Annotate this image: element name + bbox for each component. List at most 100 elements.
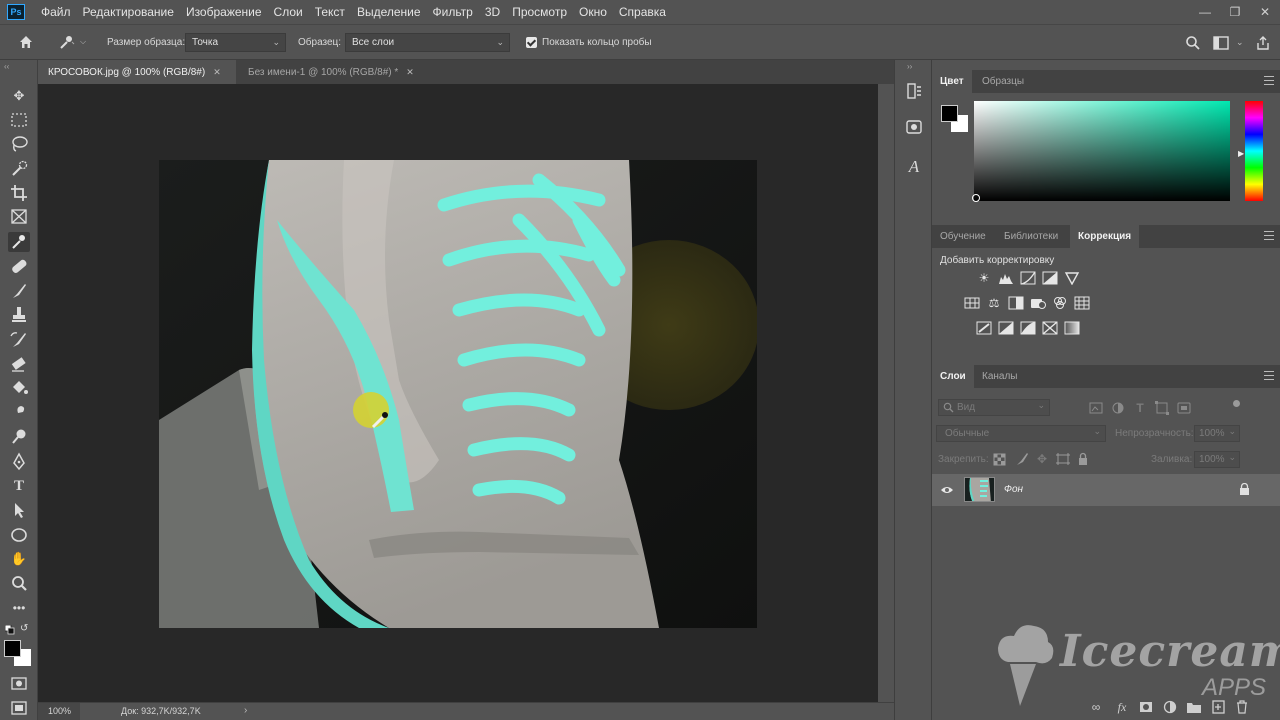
blend-mode-select[interactable]: Обычные ⌄ — [936, 425, 1106, 442]
menu-window[interactable]: Окно — [579, 5, 607, 19]
path-selection-tool-icon[interactable] — [8, 500, 30, 520]
color-lookup-icon[interactable] — [1074, 296, 1090, 310]
layer-lock-icon[interactable] — [1239, 483, 1250, 496]
menu-layer[interactable]: Слои — [274, 5, 303, 19]
marquee-tool-icon[interactable] — [8, 110, 30, 130]
document-canvas[interactable] — [159, 160, 757, 628]
brush-tool-icon[interactable] — [8, 281, 30, 301]
default-colors-icon[interactable] — [5, 625, 15, 635]
show-sampling-ring-checkbox[interactable] — [526, 37, 537, 48]
opacity-field[interactable]: 100% ⌄ — [1194, 425, 1240, 442]
posterize-icon[interactable] — [998, 321, 1014, 335]
layer-filter-field[interactable]: Вид ⌄ — [938, 399, 1050, 416]
hand-tool-icon[interactable]: ✋ — [8, 549, 30, 569]
workspace-icon[interactable] — [1213, 36, 1229, 50]
levels-icon[interactable] — [998, 271, 1014, 285]
menu-3d[interactable]: 3D — [485, 5, 500, 19]
menu-image[interactable]: Изображение — [186, 5, 262, 19]
tab-channels[interactable]: Каналы — [974, 365, 1026, 388]
eraser-tool-icon[interactable] — [8, 354, 30, 374]
home-icon[interactable] — [18, 34, 34, 50]
color-picker-field[interactable] — [974, 101, 1230, 201]
exposure-icon[interactable] — [1042, 271, 1058, 285]
filter-shape-layer-icon[interactable] — [1154, 401, 1170, 415]
layer-name[interactable]: Фон — [1004, 484, 1023, 495]
vibrance-icon[interactable] — [1064, 271, 1080, 285]
zoom-level-field[interactable]: 100% — [38, 703, 80, 720]
panel-collapse-icon[interactable]: ‹‹ — [4, 62, 9, 71]
hue-saturation-icon[interactable] — [964, 296, 980, 310]
menu-select[interactable]: Выделение — [357, 5, 421, 19]
panel-menu-icon[interactable] — [1264, 76, 1274, 85]
menu-help[interactable]: Справка — [619, 5, 666, 19]
channel-mixer-icon[interactable] — [1052, 296, 1068, 310]
smudge-tool-icon[interactable] — [8, 403, 30, 423]
share-icon[interactable] — [1256, 35, 1270, 51]
filter-smart-object-icon[interactable] — [1176, 401, 1192, 415]
restore-icon[interactable]: ❐ — [1220, 5, 1250, 19]
black-white-icon[interactable] — [1008, 296, 1024, 310]
ellipse-tool-icon[interactable] — [8, 525, 30, 545]
swap-colors-icon[interactable]: ↺ — [20, 623, 28, 634]
tab-layers[interactable]: Слои — [932, 365, 974, 388]
canvas-area[interactable] — [38, 84, 878, 702]
tab-adjustments[interactable]: Коррекция — [1070, 225, 1140, 248]
history-brush-tool-icon[interactable] — [8, 330, 30, 350]
eyedropper-tool-icon[interactable] — [8, 232, 30, 252]
lock-artboard-icon[interactable] — [1055, 452, 1071, 466]
chevron-down-icon[interactable]: ⌄ — [1236, 37, 1244, 48]
curves-icon[interactable] — [1020, 271, 1036, 285]
screen-mode-icon[interactable] — [8, 698, 30, 718]
move-tool-icon[interactable]: ✥ — [8, 86, 30, 106]
dodge-tool-icon[interactable] — [8, 427, 30, 447]
panel-collapse-icon[interactable]: ›› — [907, 62, 912, 71]
quick-mask-icon[interactable] — [8, 673, 30, 693]
fill-field[interactable]: 100% ⌄ — [1194, 451, 1240, 468]
document-tab-krosovok[interactable]: КРОСОВОК.jpg @ 100% (RGB/8#) ✕ — [38, 60, 236, 84]
menu-edit[interactable]: Редактирование — [83, 5, 174, 19]
more-tools-icon[interactable]: ••• — [8, 598, 30, 618]
color-picker-marker[interactable] — [972, 194, 980, 202]
panel-menu-icon[interactable] — [1264, 231, 1274, 240]
menu-filter[interactable]: Фильтр — [433, 5, 473, 19]
eyedropper-tool-preset-icon[interactable] — [58, 34, 76, 50]
menu-type[interactable]: Текст — [315, 5, 345, 19]
hue-slider[interactable] — [1245, 101, 1263, 201]
chevron-down-icon[interactable]: ⌵ — [80, 37, 86, 47]
lasso-tool-icon[interactable] — [8, 134, 30, 154]
layer-row[interactable]: Фон — [932, 474, 1280, 506]
foreground-color-swatch[interactable] — [941, 105, 958, 122]
layer-filter-toggle-icon[interactable] — [1233, 400, 1240, 407]
close-tab-icon[interactable]: ✕ — [213, 67, 221, 77]
history-panel-icon[interactable] — [904, 80, 924, 102]
tab-learn[interactable]: Обучение — [932, 225, 994, 248]
layer-thumbnail[interactable] — [964, 477, 995, 502]
filter-type-layer-icon[interactable]: T — [1132, 401, 1148, 415]
lock-image-pixels-icon[interactable] — [1014, 452, 1030, 466]
vertical-scrollbar[interactable] — [878, 84, 894, 702]
lock-transparent-pixels-icon[interactable] — [992, 452, 1008, 466]
photo-filter-icon[interactable] — [1030, 296, 1046, 310]
threshold-icon[interactable] — [1020, 321, 1036, 335]
status-menu-chevron-icon[interactable]: › — [244, 705, 247, 716]
close-tab-icon[interactable]: ✕ — [406, 67, 414, 77]
stamp-tool-icon[interactable] — [8, 305, 30, 325]
tab-libraries[interactable]: Библиотеки — [996, 225, 1066, 248]
document-tab-untitled[interactable]: Без имени-1 @ 100% (RGB/8#) * ✕ — [238, 60, 436, 84]
sample-size-select[interactable]: Точка ⌄ — [185, 33, 286, 52]
minimize-icon[interactable]: — — [1190, 5, 1220, 19]
gradient-map-icon[interactable] — [1064, 321, 1080, 335]
glyphs-panel-icon[interactable]: A — [904, 156, 924, 178]
invert-icon[interactable] — [976, 321, 992, 335]
zoom-tool-icon[interactable] — [8, 573, 30, 593]
panel-menu-icon[interactable] — [1264, 371, 1274, 380]
sample-layers-select[interactable]: Все слои ⌄ — [345, 33, 510, 52]
healing-brush-tool-icon[interactable] — [8, 256, 30, 276]
tab-color[interactable]: Цвет — [932, 70, 972, 93]
eye-icon[interactable] — [940, 485, 954, 495]
pen-tool-icon[interactable] — [8, 452, 30, 472]
close-window-icon[interactable]: ✕ — [1250, 5, 1280, 19]
color-balance-icon[interactable]: ⚖ — [986, 296, 1002, 310]
lock-position-icon[interactable]: ✥ — [1034, 452, 1050, 466]
search-icon[interactable] — [1185, 35, 1201, 51]
